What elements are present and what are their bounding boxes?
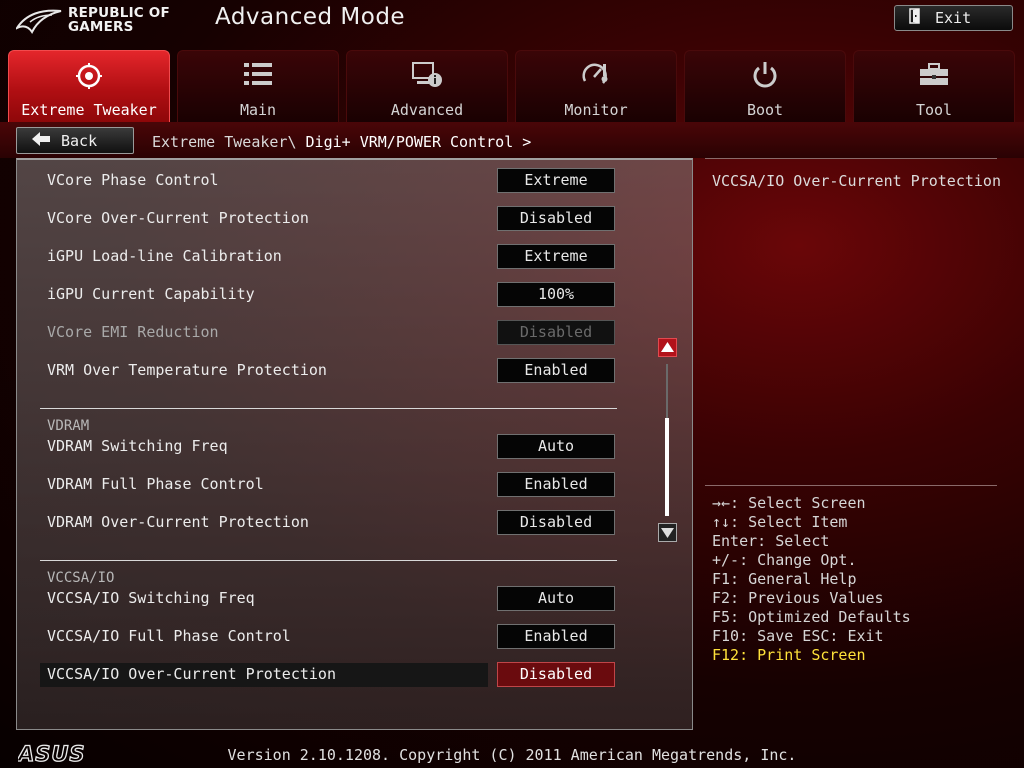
advanced-settings-icon (347, 61, 507, 91)
setting-label-vcore-emi-reduction: VCore EMI Reduction (47, 323, 219, 341)
logo-line-1: REPUBLIC OF (68, 5, 170, 21)
tweaker-icon (9, 61, 169, 91)
key-hint-f5: F5: Optimized Defaults (712, 608, 911, 626)
section-label-vccsa: VCCSA/IO (47, 570, 115, 586)
key-hint-f1: F1: General Help (712, 570, 857, 588)
help-keys-divider (705, 485, 997, 486)
tab-boot[interactable]: Boot (684, 50, 846, 122)
monitor-gauge-icon (516, 61, 676, 91)
setting-value-vdram-over-current[interactable]: Disabled (497, 510, 615, 535)
key-hint-f12: F12: Print Screen (712, 646, 866, 664)
tab-label: Main (239, 101, 277, 119)
key-hint-select-screen: →←: Select Screen (712, 494, 866, 512)
key-hint-select-item: ↑↓: Select Item (712, 513, 848, 531)
setting-value-vrm-over-temp[interactable]: Enabled (497, 358, 615, 383)
setting-value-igpu-llc[interactable]: Extreme (497, 244, 615, 269)
section-divider (40, 560, 617, 561)
rog-logo: REPUBLIC OF GAMERS (16, 4, 191, 38)
scroll-up-button[interactable] (658, 338, 677, 357)
back-button[interactable]: Back (16, 127, 134, 154)
setting-label-igpu-llc[interactable]: iGPU Load-line Calibration (47, 247, 282, 265)
back-arrow-icon (31, 131, 51, 151)
setting-label-vdram-switching-freq[interactable]: VDRAM Switching Freq (47, 437, 228, 455)
key-hint-f2: F2: Previous Values (712, 589, 884, 607)
setting-label-igpu-current-capability[interactable]: iGPU Current Capability (47, 285, 255, 303)
tab-label: Monitor (564, 101, 628, 119)
setting-label-vrm-over-temp[interactable]: VRM Over Temperature Protection (47, 361, 327, 379)
setting-value-vdram-switching-freq[interactable]: Auto (497, 434, 615, 459)
setting-value-vccsa-over-current[interactable]: Disabled (497, 662, 615, 687)
setting-value-vdram-full-phase[interactable]: Enabled (497, 472, 615, 497)
setting-label-vccsa-switching-freq[interactable]: VCCSA/IO Switching Freq (47, 589, 255, 607)
version-info: Version 2.10.1208. Copyright (C) 2011 Am… (227, 746, 797, 764)
tab-label: Advanced (390, 101, 464, 119)
setting-label-vdram-full-phase[interactable]: VDRAM Full Phase Control (47, 475, 264, 493)
list-icon (178, 61, 338, 91)
setting-value-vccsa-switching-freq[interactable]: Auto (497, 586, 615, 611)
key-hint-f10: F10: Save ESC: Exit (712, 627, 884, 645)
logo-line-2: GAMERS (68, 19, 134, 35)
arrow-up-icon (661, 342, 674, 352)
setting-label-vcore-phase-control[interactable]: VCore Phase Control (47, 171, 219, 189)
breadcrumb-parent[interactable]: Extreme Tweaker\ (152, 133, 297, 151)
setting-label-vcore-over-current[interactable]: VCore Over-Current Protection (47, 209, 309, 227)
key-hint-change-opt: +/-: Change Opt. (712, 551, 857, 569)
section-label-vdram: VDRAM (47, 418, 90, 434)
help-top-divider (705, 158, 997, 159)
setting-label-vdram-over-current[interactable]: VDRAM Over-Current Protection (47, 513, 309, 531)
help-description: VCCSA/IO Over-Current Protection (712, 172, 1001, 190)
setting-value-vcore-phase-control[interactable]: Extreme (497, 168, 615, 193)
exit-button[interactable]: Exit (894, 5, 1013, 31)
scrollbar-thumb[interactable] (665, 418, 669, 516)
exit-door-icon (909, 8, 923, 28)
page-title: Advanced Mode (215, 4, 406, 30)
tab-advanced[interactable]: Advanced (346, 50, 508, 122)
power-icon (685, 61, 845, 91)
arrow-down-icon (661, 528, 674, 538)
breadcrumb: Extreme Tweaker\ Digi+ VRM/POWER Control… (152, 133, 531, 151)
breadcrumb-current: Digi+ VRM/POWER Control > (305, 133, 532, 151)
tab-extreme-tweaker[interactable]: Extreme Tweaker (8, 50, 170, 122)
tab-main[interactable]: Main (177, 50, 339, 122)
back-label: Back (61, 131, 98, 150)
setting-label-vccsa-over-current[interactable]: VCCSA/IO Over-Current Protection (47, 665, 336, 683)
section-divider (40, 408, 617, 409)
tab-label: Boot (746, 101, 784, 119)
setting-label-vccsa-full-phase[interactable]: VCCSA/IO Full Phase Control (47, 627, 291, 645)
tab-label: Tool (915, 101, 953, 119)
key-hint-enter: Enter: Select (712, 532, 830, 550)
setting-value-igpu-current-capability[interactable]: 100% (497, 282, 615, 307)
toolbox-icon (854, 61, 1014, 91)
tab-tool[interactable]: Tool (853, 50, 1015, 122)
tab-label: Extreme Tweaker (21, 101, 157, 119)
scroll-down-button[interactable] (658, 523, 677, 542)
setting-value-vcore-emi-reduction: Disabled (497, 320, 615, 345)
exit-label: Exit (935, 9, 972, 27)
setting-value-vcore-over-current[interactable]: Disabled (497, 206, 615, 231)
rog-eye-icon (16, 9, 62, 34)
setting-value-vccsa-full-phase[interactable]: Enabled (497, 624, 615, 649)
tab-monitor[interactable]: Monitor (515, 50, 677, 122)
